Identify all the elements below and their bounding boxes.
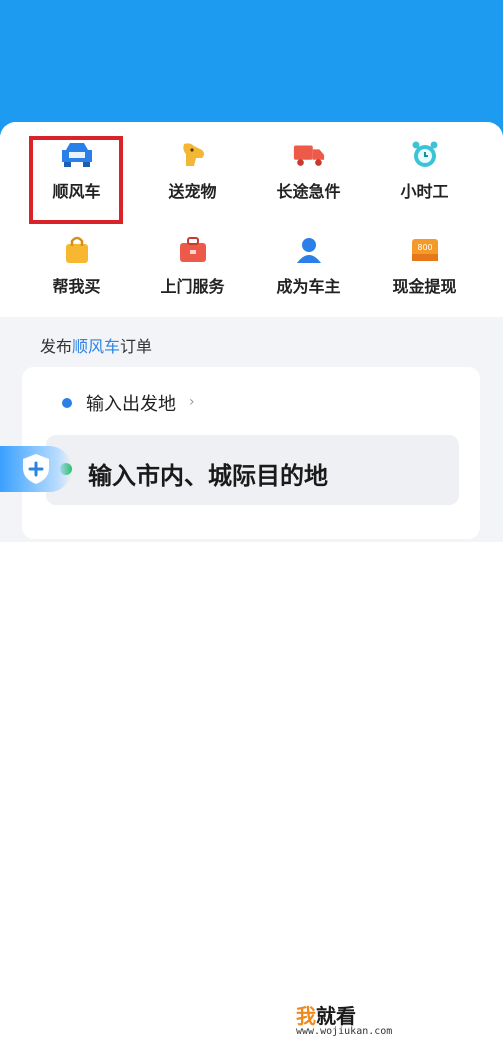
watermark-text: 就看 (316, 1004, 356, 1028)
section-title-suffix: 订单 (120, 337, 153, 356)
service-label: 成为车主 (276, 277, 341, 296)
service-label: 长途急件 (276, 182, 341, 201)
service-home-service[interactable]: 上门服务 (130, 217, 255, 297)
watermark-url: www.wojiukan.com (296, 1026, 393, 1037)
highlight-box (29, 136, 123, 224)
service-buy-for-me[interactable]: 帮我买 (14, 217, 139, 297)
service-label: 小时工 (400, 182, 449, 201)
service-label: 送宠物 (168, 182, 217, 201)
section-title: 发布顺风车订单 (40, 333, 152, 357)
section-title-prefix: 发布 (40, 337, 73, 356)
service-cash-withdraw[interactable]: 800 现金提现 (362, 217, 487, 297)
service-hourly-worker[interactable]: 小时工 (362, 122, 487, 202)
truck-icon (292, 140, 326, 170)
cash-icon: 800 (408, 235, 442, 265)
service-pet-delivery[interactable]: 送宠物 (130, 122, 255, 202)
shopping-bag-icon (60, 235, 94, 265)
toolbox-icon (176, 235, 210, 265)
service-long-distance[interactable]: 长途急件 (246, 122, 371, 202)
header-bar (0, 0, 503, 140)
service-label: 上门服务 (160, 277, 225, 296)
service-label: 帮我买 (52, 277, 101, 296)
destination-placeholder: 输入市内、城际目的地 (88, 462, 328, 490)
shield-plus-icon (19, 452, 53, 486)
driver-icon (292, 235, 326, 265)
origin-input[interactable]: 输入出发地 (86, 390, 176, 416)
chevron-right-icon: › (189, 394, 195, 410)
watermark-accent: 我 (296, 1004, 316, 1028)
service-label: 现金提现 (392, 277, 457, 296)
service-become-driver[interactable]: 成为车主 (246, 217, 371, 297)
cash-badge: 800 (417, 243, 432, 252)
watermark: 我就看 (296, 1000, 356, 1029)
order-input-card: 输入出发地 › 输入市内、城际目的地 (22, 367, 480, 539)
section-title-accent: 顺风车 (72, 337, 121, 356)
alarm-clock-icon (408, 140, 442, 170)
dog-icon (176, 140, 210, 170)
origin-dot (62, 398, 72, 408)
